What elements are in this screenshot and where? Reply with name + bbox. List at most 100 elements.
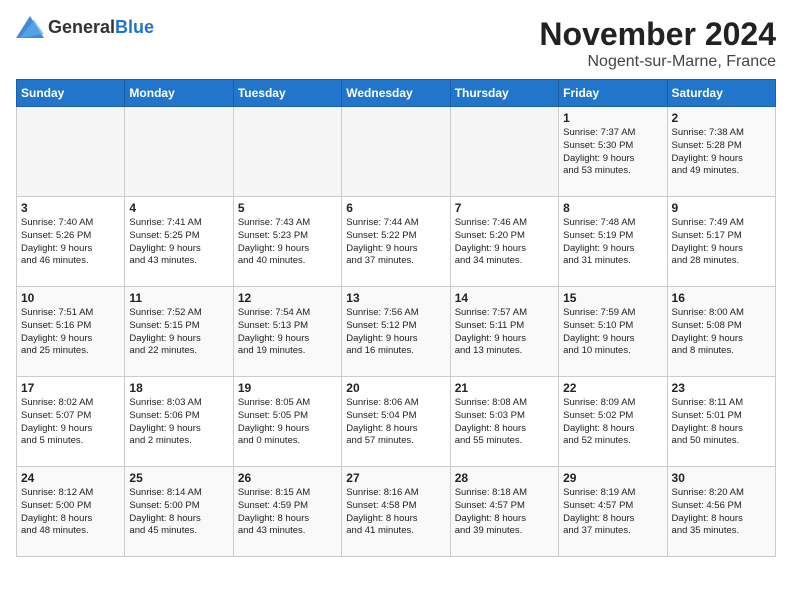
day-cell: 7 Sunrise: 7:46 AM Sunset: 5:20 PM Daylig…	[450, 197, 558, 287]
day-cell: 12 Sunrise: 7:54 AM Sunset: 5:13 PM Dayli…	[233, 287, 341, 377]
day-number: 14	[455, 291, 554, 305]
logo-text-general: General	[48, 17, 115, 37]
day-info: Sunrise: 8:12 AM Sunset: 5:00 PM Dayligh…	[21, 487, 120, 538]
day-info: Sunrise: 7:51 AM Sunset: 5:16 PM Dayligh…	[21, 307, 120, 358]
day-info: Sunrise: 7:37 AM Sunset: 5:30 PM Dayligh…	[563, 127, 662, 178]
day-info: Sunrise: 8:19 AM Sunset: 4:57 PM Dayligh…	[563, 487, 662, 538]
day-info: Sunrise: 7:52 AM Sunset: 5:15 PM Dayligh…	[129, 307, 228, 358]
day-info: Sunrise: 8:06 AM Sunset: 5:04 PM Dayligh…	[346, 397, 445, 448]
day-cell: 19 Sunrise: 8:05 AM Sunset: 5:05 PM Dayli…	[233, 377, 341, 467]
week-row-2: 3 Sunrise: 7:40 AM Sunset: 5:26 PM Daylig…	[17, 197, 776, 287]
week-row-4: 17 Sunrise: 8:02 AM Sunset: 5:07 PM Dayli…	[17, 377, 776, 467]
day-number: 3	[21, 201, 120, 215]
calendar-table: SundayMondayTuesdayWednesdayThursdayFrid…	[16, 79, 776, 557]
day-cell: 13 Sunrise: 7:56 AM Sunset: 5:12 PM Dayli…	[342, 287, 450, 377]
day-number: 22	[563, 381, 662, 395]
day-info: Sunrise: 7:41 AM Sunset: 5:25 PM Dayligh…	[129, 217, 228, 268]
day-cell	[342, 107, 450, 197]
day-cell	[125, 107, 233, 197]
day-number: 19	[238, 381, 337, 395]
day-info: Sunrise: 8:14 AM Sunset: 5:00 PM Dayligh…	[129, 487, 228, 538]
day-info: Sunrise: 7:56 AM Sunset: 5:12 PM Dayligh…	[346, 307, 445, 358]
day-number: 6	[346, 201, 445, 215]
day-cell: 1 Sunrise: 7:37 AM Sunset: 5:30 PM Daylig…	[559, 107, 667, 197]
day-info: Sunrise: 7:46 AM Sunset: 5:20 PM Dayligh…	[455, 217, 554, 268]
day-info: Sunrise: 8:11 AM Sunset: 5:01 PM Dayligh…	[672, 397, 771, 448]
day-cell: 30 Sunrise: 8:20 AM Sunset: 4:56 PM Dayli…	[667, 467, 775, 557]
day-info: Sunrise: 8:20 AM Sunset: 4:56 PM Dayligh…	[672, 487, 771, 538]
day-number: 1	[563, 111, 662, 125]
day-cell: 25 Sunrise: 8:14 AM Sunset: 5:00 PM Dayli…	[125, 467, 233, 557]
day-number: 10	[21, 291, 120, 305]
day-number: 5	[238, 201, 337, 215]
week-row-1: 1 Sunrise: 7:37 AM Sunset: 5:30 PM Daylig…	[17, 107, 776, 197]
day-number: 13	[346, 291, 445, 305]
day-cell: 26Sunrise: 8:15 AM Sunset: 4:59 PM Dayli…	[233, 467, 341, 557]
day-cell: 27 Sunrise: 8:16 AM Sunset: 4:58 PM Dayli…	[342, 467, 450, 557]
day-number: 4	[129, 201, 228, 215]
day-number: 16	[672, 291, 771, 305]
day-cell: 16 Sunrise: 8:00 AM Sunset: 5:08 PM Dayli…	[667, 287, 775, 377]
header-row: SundayMondayTuesdayWednesdayThursdayFrid…	[17, 80, 776, 107]
day-cell	[17, 107, 125, 197]
day-cell: 14Sunrise: 7:57 AM Sunset: 5:11 PM Dayli…	[450, 287, 558, 377]
day-info: Sunrise: 8:00 AM Sunset: 5:08 PM Dayligh…	[672, 307, 771, 358]
day-number: 27	[346, 471, 445, 485]
day-cell: 29Sunrise: 8:19 AM Sunset: 4:57 PM Dayli…	[559, 467, 667, 557]
day-info: Sunrise: 7:40 AM Sunset: 5:26 PM Dayligh…	[21, 217, 120, 268]
day-number: 25	[129, 471, 228, 485]
day-number: 2	[672, 111, 771, 125]
calendar-body: 1 Sunrise: 7:37 AM Sunset: 5:30 PM Daylig…	[17, 107, 776, 557]
day-cell: 4 Sunrise: 7:41 AM Sunset: 5:25 PM Daylig…	[125, 197, 233, 287]
logo-text-blue: Blue	[115, 17, 154, 37]
month-title: November 2024	[539, 16, 776, 53]
day-info: Sunrise: 8:09 AM Sunset: 5:02 PM Dayligh…	[563, 397, 662, 448]
day-info: Sunrise: 8:18 AM Sunset: 4:57 PM Dayligh…	[455, 487, 554, 538]
day-number: 17	[21, 381, 120, 395]
day-number: 21	[455, 381, 554, 395]
header-cell-thursday: Thursday	[450, 80, 558, 107]
page-header: GeneralBlue November 2024 Nogent-sur-Mar…	[16, 16, 776, 71]
day-cell: 8 Sunrise: 7:48 AM Sunset: 5:19 PM Daylig…	[559, 197, 667, 287]
day-info: Sunrise: 8:16 AM Sunset: 4:58 PM Dayligh…	[346, 487, 445, 538]
day-info: Sunrise: 8:02 AM Sunset: 5:07 PM Dayligh…	[21, 397, 120, 448]
day-info: Sunrise: 8:05 AM Sunset: 5:05 PM Dayligh…	[238, 397, 337, 448]
day-cell: 2 Sunrise: 7:38 AM Sunset: 5:28 PM Daylig…	[667, 107, 775, 197]
day-info: Sunrise: 7:44 AM Sunset: 5:22 PM Dayligh…	[346, 217, 445, 268]
day-number: 12	[238, 291, 337, 305]
day-cell: 5 Sunrise: 7:43 AM Sunset: 5:23 PM Daylig…	[233, 197, 341, 287]
day-cell: 9Sunrise: 7:49 AM Sunset: 5:17 PM Daylig…	[667, 197, 775, 287]
day-info: Sunrise: 7:43 AM Sunset: 5:23 PM Dayligh…	[238, 217, 337, 268]
day-cell: 15 Sunrise: 7:59 AM Sunset: 5:10 PM Dayli…	[559, 287, 667, 377]
day-number: 18	[129, 381, 228, 395]
day-number: 9	[672, 201, 771, 215]
day-cell	[450, 107, 558, 197]
week-row-3: 10 Sunrise: 7:51 AM Sunset: 5:16 PM Dayli…	[17, 287, 776, 377]
logo-icon	[16, 16, 44, 38]
day-number: 8	[563, 201, 662, 215]
day-info: Sunrise: 7:48 AM Sunset: 5:19 PM Dayligh…	[563, 217, 662, 268]
header-cell-sunday: Sunday	[17, 80, 125, 107]
day-cell: 20 Sunrise: 8:06 AM Sunset: 5:04 PM Dayli…	[342, 377, 450, 467]
day-cell: 23Sunrise: 8:11 AM Sunset: 5:01 PM Dayli…	[667, 377, 775, 467]
title-area: November 2024 Nogent-sur-Marne, France	[539, 16, 776, 71]
day-cell: 18Sunrise: 8:03 AM Sunset: 5:06 PM Dayli…	[125, 377, 233, 467]
week-row-5: 24Sunrise: 8:12 AM Sunset: 5:00 PM Dayli…	[17, 467, 776, 557]
day-cell: 21 Sunrise: 8:08 AM Sunset: 5:03 PM Dayli…	[450, 377, 558, 467]
day-cell: 28Sunrise: 8:18 AM Sunset: 4:57 PM Dayli…	[450, 467, 558, 557]
day-info: Sunrise: 8:08 AM Sunset: 5:03 PM Dayligh…	[455, 397, 554, 448]
logo: GeneralBlue	[16, 16, 154, 38]
day-number: 7	[455, 201, 554, 215]
day-info: Sunrise: 7:38 AM Sunset: 5:28 PM Dayligh…	[672, 127, 771, 178]
day-number: 26	[238, 471, 337, 485]
day-cell: 17 Sunrise: 8:02 AM Sunset: 5:07 PM Dayli…	[17, 377, 125, 467]
header-cell-monday: Monday	[125, 80, 233, 107]
header-cell-wednesday: Wednesday	[342, 80, 450, 107]
day-info: Sunrise: 7:59 AM Sunset: 5:10 PM Dayligh…	[563, 307, 662, 358]
day-number: 20	[346, 381, 445, 395]
day-number: 11	[129, 291, 228, 305]
day-info: Sunrise: 7:54 AM Sunset: 5:13 PM Dayligh…	[238, 307, 337, 358]
day-number: 30	[672, 471, 771, 485]
day-number: 15	[563, 291, 662, 305]
location-title: Nogent-sur-Marne, France	[539, 53, 776, 71]
